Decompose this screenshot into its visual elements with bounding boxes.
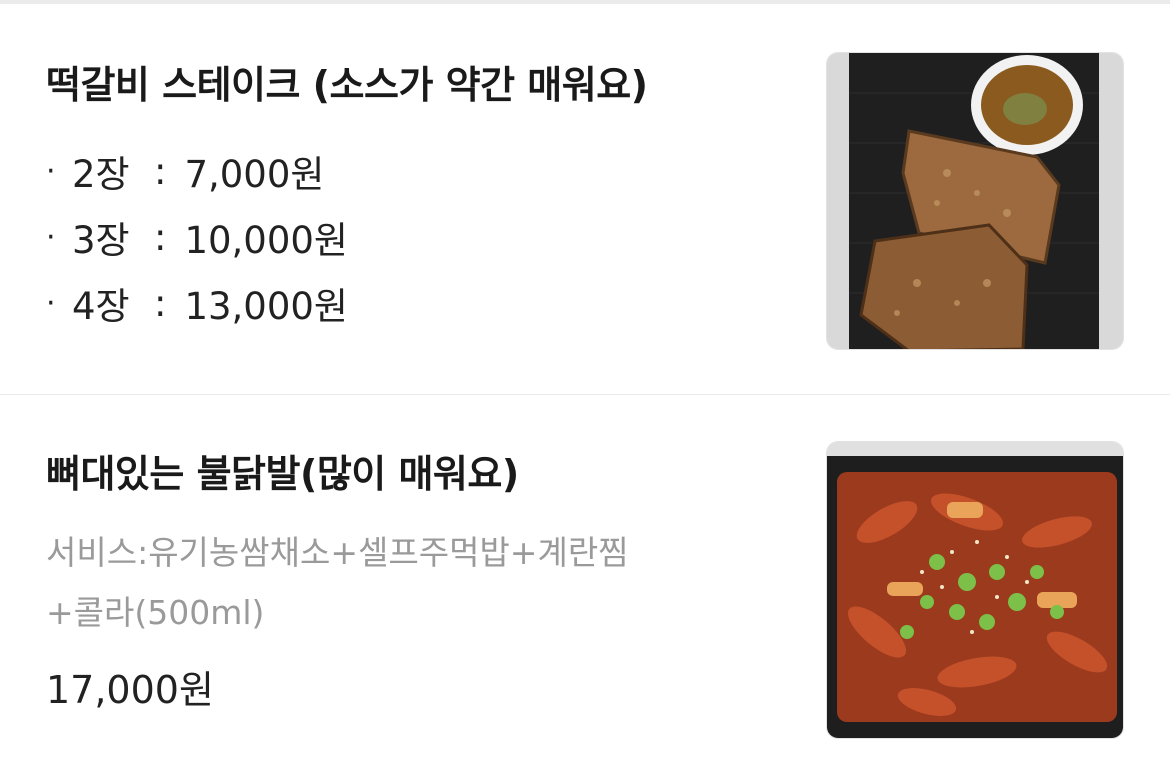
menu-item-tteokgalbi[interactable]: 떡갈비 스테이크 (소스가 약간 매워요) · 2장 : 7,000원 · 3장… <box>0 4 1170 394</box>
option-separator: : <box>154 215 167 259</box>
description-line: 서비스:유기농쌈채소+셀프주먹밥+계란찜 <box>46 533 629 572</box>
option-separator: : <box>154 149 167 193</box>
menu-item-name: 뼈대있는 불닭발(많이 매워요) <box>46 452 519 496</box>
food-photo-icon <box>827 53 1123 349</box>
option-quantity: 4장 <box>72 285 130 328</box>
option-quantity: 2장 <box>72 153 130 196</box>
food-photo-icon <box>827 442 1123 738</box>
tteokgalbi-steak-photo[interactable] <box>826 52 1124 350</box>
price-option: · 2장 : 7,000원 <box>46 138 348 204</box>
price-option: · 4장 : 13,000원 <box>46 270 348 336</box>
menu-item-name: 떡갈비 스테이크 (소스가 약간 매워요) <box>46 63 648 107</box>
price-option: · 3장 : 10,000원 <box>46 204 348 270</box>
option-separator: : <box>154 281 167 325</box>
bullet: · <box>46 285 56 321</box>
menu-item-chicken-feet[interactable]: 뼈대있는 불닭발(많이 매워요) 서비스:유기농쌈채소+셀프주먹밥+계란찜 +콜… <box>0 395 1170 769</box>
option-quantity: 3장 <box>72 219 130 262</box>
option-price: 10,000원 <box>184 219 348 262</box>
bullet: · <box>46 153 56 189</box>
option-price: 13,000원 <box>184 285 348 328</box>
menu-item-description: 서비스:유기농쌈채소+셀프주먹밥+계란찜 +콜라(500ml) <box>46 523 766 643</box>
menu-item-price: 17,000원 <box>46 668 214 712</box>
option-price: 7,000원 <box>184 153 325 196</box>
description-line: +콜라(500ml) <box>46 593 265 632</box>
price-options-list: · 2장 : 7,000원 · 3장 : 10,000원 · 4장 : 13,0… <box>46 138 348 336</box>
bullet: · <box>46 219 56 255</box>
spicy-chicken-feet-photo[interactable] <box>826 441 1124 739</box>
